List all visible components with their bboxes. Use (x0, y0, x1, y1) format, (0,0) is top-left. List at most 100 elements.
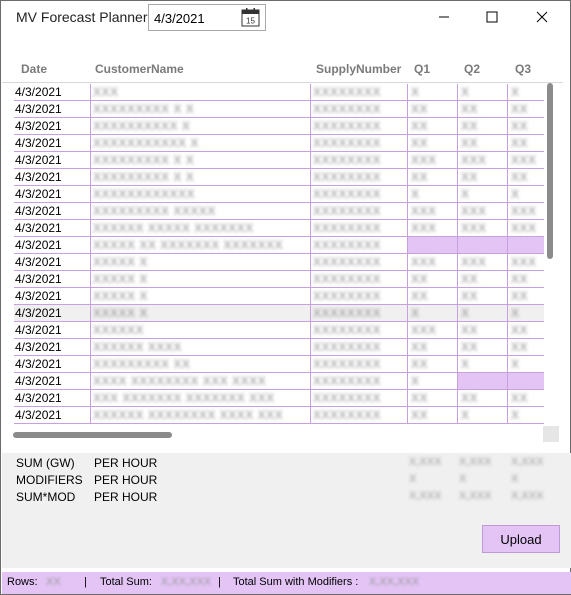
vertical-scrollbar[interactable] (547, 83, 553, 259)
cell-customer[interactable]: XXXX XXXXXXXX XXX XXXX (90, 373, 310, 389)
table-row[interactable]: 4/3/2021 XXXXXXXXXXX X XXXXXXXX XX XX XX (14, 135, 544, 152)
cell-date[interactable]: 4/3/2021 (15, 118, 89, 134)
cell-customer[interactable]: XXXXXX XXXXX XXXXXXX (90, 220, 310, 236)
cell-supply[interactable]: XXXXXXXX (310, 407, 406, 423)
cell-q1[interactable]: XXX (407, 220, 457, 236)
cell-date[interactable]: 4/3/2021 (15, 203, 89, 219)
cell-q3[interactable]: XX (507, 390, 544, 406)
cell-customer[interactable]: XXXXXXXXX X X (90, 101, 310, 117)
cell-supply[interactable]: XXXXXXXX (310, 305, 406, 321)
table-row[interactable]: 4/3/2021 XXXXX X XXXXXXXX XX XX XX (14, 288, 544, 305)
cell-supply[interactable]: XXXXXXXX (310, 237, 406, 253)
cell-supply[interactable]: XXXXXXXX (310, 101, 406, 117)
cell-customer[interactable]: XXXXXXXXXXX X (90, 135, 310, 151)
cell-customer[interactable]: XXX XXXXXXX XXXXXXX XXX (90, 390, 310, 406)
cell-q2[interactable]: X (457, 186, 507, 202)
cell-q1[interactable] (407, 237, 457, 253)
cell-customer[interactable]: XXXXX X (90, 271, 310, 287)
cell-q2[interactable]: XXX (457, 254, 507, 270)
cell-customer[interactable]: XXXXX XX XXXXXXX XXXXXXX (90, 237, 310, 253)
cell-q1[interactable]: XX (407, 407, 457, 423)
cell-q2[interactable]: XX (457, 169, 507, 185)
cell-q2[interactable]: XX (457, 135, 507, 151)
table-row[interactable]: 4/3/2021 XXXXXX XXXXX XXXXXXX XXXXXXXX XXX X… (14, 220, 544, 237)
table-row[interactable]: 4/3/2021 XXXXXXXXX XX XXXXXXXX XX X X (14, 356, 544, 373)
cell-date[interactable]: 4/3/2021 (15, 186, 89, 202)
cell-q1[interactable]: X (407, 305, 457, 321)
table-row[interactable]: 4/3/2021 XXXXXX XXXXXXXX XXXX XXX XXXXXXXX… (14, 407, 544, 424)
cell-q3[interactable]: XX (507, 322, 544, 338)
cell-q1[interactable]: XXX (407, 254, 457, 270)
cell-date[interactable]: 4/3/2021 (15, 322, 89, 338)
cell-customer[interactable]: XXXXXXXXX XXXXX (90, 203, 310, 219)
minimize-button[interactable] (421, 1, 467, 33)
column-header-date[interactable]: Date (21, 62, 47, 76)
cell-q1[interactable]: XX (407, 118, 457, 134)
cell-date[interactable]: 4/3/2021 (15, 135, 89, 151)
table-row[interactable]: 4/3/2021 XXXXXXXXX X X XXXXXXXX XXX XXX XXX (14, 152, 544, 169)
cell-date[interactable]: 4/3/2021 (15, 288, 89, 304)
table-row[interactable]: 4/3/2021 XXXXXXXXXXXX XXXXXXXX X X X (14, 186, 544, 203)
cell-date[interactable]: 4/3/2021 (15, 220, 89, 236)
cell-q3[interactable]: XX (507, 339, 544, 355)
cell-q3[interactable]: X (507, 84, 544, 100)
cell-customer[interactable]: XXXXXXXXX X X (90, 169, 310, 185)
table-row[interactable]: 4/3/2021 XXX XXXXXXXX X X X (14, 84, 544, 101)
calendar-icon[interactable]: 15 (241, 8, 260, 27)
cell-q3[interactable]: XX (507, 118, 544, 134)
table-row[interactable]: 4/3/2021 XXX XXXXXXX XXXXXXX XXX XXXXXXXX X… (14, 390, 544, 407)
cell-date[interactable]: 4/3/2021 (15, 101, 89, 117)
cell-q1[interactable]: XX (407, 271, 457, 287)
cell-supply[interactable]: XXXXXXXX (310, 135, 406, 151)
cell-q3[interactable]: X (507, 356, 544, 372)
table-row[interactable]: 4/3/2021 XXXXX XX XXXXXXX XXXXXXX XXXXXXXX (14, 237, 544, 254)
cell-date[interactable]: 4/3/2021 (15, 305, 89, 321)
cell-q3[interactable]: XXX (507, 152, 544, 168)
cell-q3[interactable]: XXX (507, 254, 544, 270)
cell-supply[interactable]: XXXXXXXX (310, 169, 406, 185)
cell-date[interactable]: 4/3/2021 (15, 152, 89, 168)
cell-supply[interactable]: XXXXXXXX (310, 152, 406, 168)
cell-date[interactable]: 4/3/2021 (15, 84, 89, 100)
cell-q3[interactable]: XXX (507, 203, 544, 219)
column-header-q2[interactable]: Q2 (464, 62, 480, 76)
cell-date[interactable]: 4/3/2021 (15, 254, 89, 270)
cell-q2[interactable]: XX (457, 390, 507, 406)
cell-supply[interactable]: XXXXXXXX (310, 186, 406, 202)
upload-button[interactable]: Upload (482, 525, 560, 553)
cell-q3[interactable]: XX (507, 288, 544, 304)
cell-q1[interactable]: XX (407, 288, 457, 304)
maximize-button[interactable] (469, 1, 515, 33)
cell-q2[interactable]: XXX (457, 152, 507, 168)
cell-supply[interactable]: XXXXXXXX (310, 254, 406, 270)
cell-supply[interactable]: XXXXXXXX (310, 322, 406, 338)
table-row[interactable]: 4/3/2021 XXXXX X XXXXXXXX XXX XXX XXX (14, 254, 544, 271)
cell-date[interactable]: 4/3/2021 (15, 390, 89, 406)
cell-q3[interactable] (507, 237, 544, 253)
cell-q2[interactable] (457, 373, 507, 389)
cell-customer[interactable]: XXXXXXXXXXXX (90, 186, 310, 202)
cell-customer[interactable]: XXXXXX XXXX (90, 339, 310, 355)
cell-q3[interactable]: X (507, 186, 544, 202)
cell-supply[interactable]: XXXXXXXX (310, 373, 406, 389)
cell-supply[interactable]: XXXXXXXX (310, 84, 406, 100)
cell-q3[interactable] (507, 373, 544, 389)
cell-q3[interactable]: X (507, 305, 544, 321)
table-row[interactable]: 4/3/2021 XXXXXXXXX XXXXX XXXXXXXX XXX XXX XXX (14, 203, 544, 220)
cell-q3[interactable]: X (507, 407, 544, 423)
cell-q1[interactable]: XX (407, 390, 457, 406)
cell-customer[interactable]: XXXXXXXXX XX (90, 356, 310, 372)
table-row[interactable]: 4/3/2021 XXXXX X XXXXXXXX X X X (14, 305, 544, 322)
cell-customer[interactable]: XXXXXX (90, 322, 310, 338)
cell-date[interactable]: 4/3/2021 (15, 339, 89, 355)
cell-q2[interactable] (457, 237, 507, 253)
cell-supply[interactable]: XXXXXXXX (310, 288, 406, 304)
column-header-supply[interactable]: SupplyNumber (316, 62, 401, 76)
cell-q2[interactable]: XX (457, 118, 507, 134)
cell-supply[interactable]: XXXXXXXX (310, 220, 406, 236)
cell-customer[interactable]: XXX (90, 84, 310, 100)
cell-q2[interactable]: XX (457, 101, 507, 117)
cell-q1[interactable]: XXX (407, 322, 457, 338)
horizontal-scrollbar[interactable] (13, 432, 172, 438)
cell-supply[interactable]: XXXXXXXX (310, 203, 406, 219)
